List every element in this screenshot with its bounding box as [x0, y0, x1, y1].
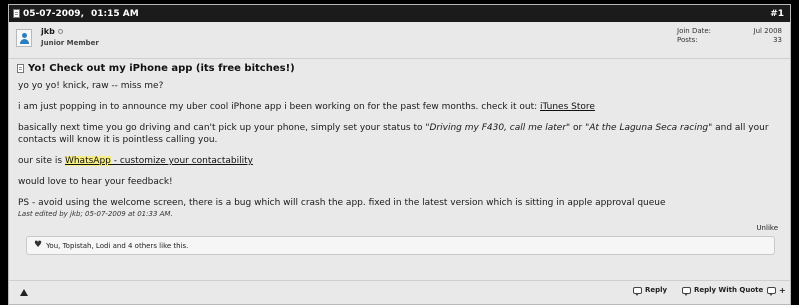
post-icon — [13, 9, 20, 18]
user-info-bar: jkb Junior Member Join Date: Jul 2008 Po… — [9, 22, 790, 59]
post-title-text: Yo! Check out my iPhone app (its free bi… — [28, 63, 295, 74]
multiquote-button[interactable]: + — [767, 286, 786, 296]
status-example-1: Driving my F430, call me later — [429, 123, 567, 133]
paragraph-2-text: i am just popping in to announce my uber… — [18, 102, 540, 112]
unlike-button[interactable]: Unlike — [756, 224, 778, 232]
paragraph-6: PS - avoid using the welcome screen, the… — [18, 198, 666, 208]
paragraph-1: yo yo yo! knick, raw -- miss me? — [18, 81, 164, 91]
user-rank: Junior Member — [41, 39, 99, 47]
posts-value: 33 — [773, 36, 782, 44]
avatar[interactable] — [16, 29, 32, 47]
join-date-label: Join Date: — [677, 27, 712, 35]
post-header: 05-07-2009, 01:15 AM #1 — [9, 5, 790, 22]
whatsapp-site-link[interactable]: WhatsApp - customize your contactability — [64, 156, 253, 166]
post-date: 05-07-2009, 01:15 AM — [13, 9, 139, 19]
forum-post: 05-07-2009, 01:15 AM #1 jkb Junior Membe… — [8, 4, 791, 305]
username-text[interactable]: jkb — [41, 27, 55, 36]
whatsapp-link-rest[interactable]: - customize your contactability — [111, 156, 253, 166]
heart-icon: ♥ — [34, 240, 43, 250]
quote-icon — [682, 286, 691, 296]
whatsapp-link-highlight[interactable]: WhatsApp — [64, 156, 111, 166]
reply-button[interactable]: Reply — [633, 286, 668, 296]
quote-label: Reply With Quote — [694, 286, 764, 294]
paragraph-5: would love to hear your feedback! — [18, 177, 173, 187]
posts-label: Posts: — [677, 36, 698, 44]
likes-text[interactable]: You, Topistah, Lodi and 4 others like th… — [46, 242, 188, 250]
post-date-text: 05-07-2009, — [23, 8, 84, 19]
paragraph-3-text-a: basically next time you go driving and c… — [18, 123, 430, 133]
reply-icon — [633, 286, 642, 296]
multiquote-bubble-icon — [767, 287, 776, 296]
paragraph-3-text-b: " or " — [566, 123, 590, 133]
post-footer: Reply Reply With Quote + — [9, 280, 790, 304]
post-number-link[interactable]: #1 — [770, 9, 784, 19]
user-stats: Join Date: Jul 2008 Posts: 33 — [677, 27, 782, 45]
post-body: yo yo yo! knick, raw -- miss me? i am ju… — [18, 80, 778, 209]
reply-with-quote-button[interactable]: Reply With Quote — [682, 286, 764, 296]
post-time-text: 01:15 AM — [91, 8, 139, 19]
status-example-2: At the Laguna Seca racing — [589, 123, 709, 133]
report-post-icon[interactable] — [20, 289, 28, 296]
paragraph-4: our site is WhatsApp - customize your co… — [18, 155, 778, 167]
offline-status-icon — [57, 29, 63, 34]
paragraph-2: i am just popping in to announce my uber… — [18, 101, 778, 113]
join-date-value: Jul 2008 — [753, 27, 783, 35]
username-link[interactable]: jkb — [41, 27, 63, 36]
document-icon — [17, 64, 24, 73]
paragraph-3: basically next time you go driving and c… — [18, 122, 778, 146]
paragraph-4-text: our site is — [18, 156, 65, 166]
itunes-store-link[interactable]: iTunes Store — [540, 102, 595, 112]
edited-note: Last edited by jkb; 05-07-2009 at 01:33 … — [18, 210, 173, 218]
likes-box: ♥ You, Topistah, Lodi and 4 others like … — [26, 236, 775, 255]
post-title: Yo! Check out my iPhone app (its free bi… — [17, 63, 295, 74]
reply-label: Reply — [645, 286, 668, 294]
multiquote-plus-icon: + — [779, 286, 786, 295]
